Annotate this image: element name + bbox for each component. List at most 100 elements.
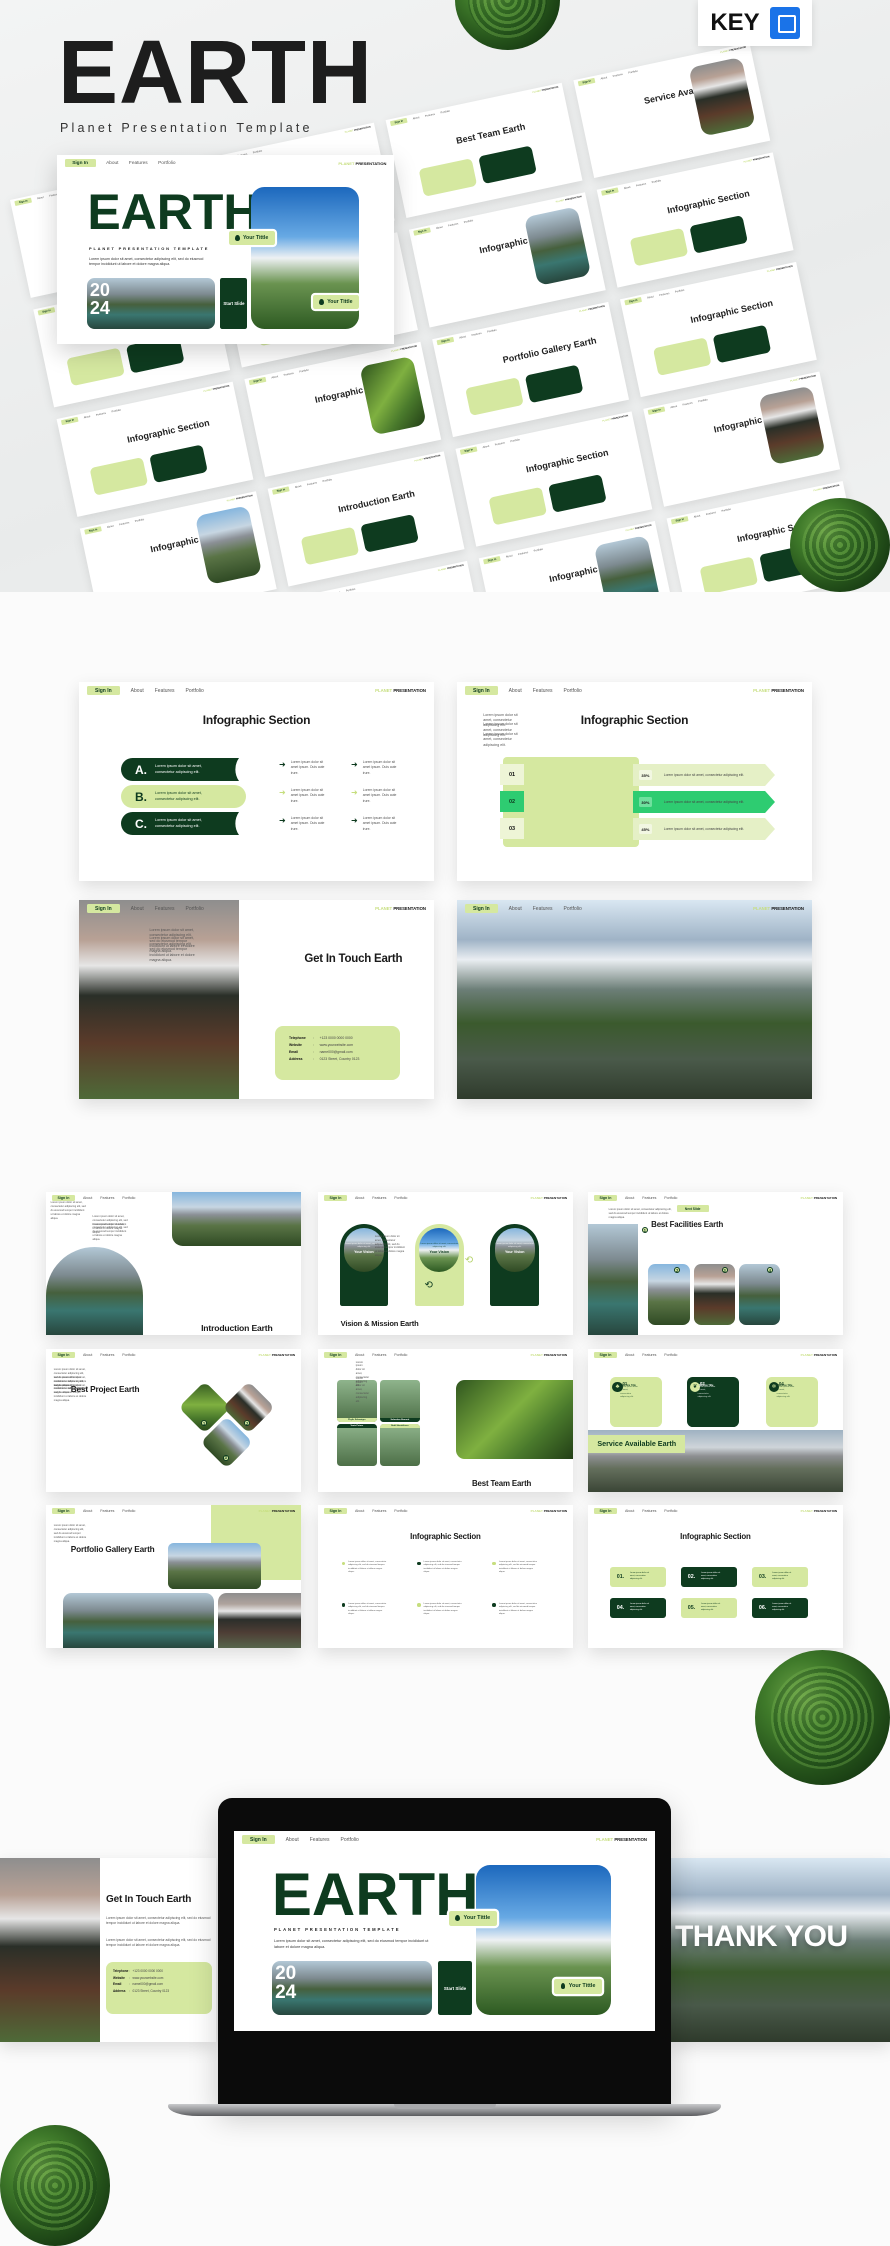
nav-features[interactable]: Features bbox=[100, 1509, 114, 1513]
slide-best-facilities[interactable]: Sign In About Features Portfolio PLANET PRES… bbox=[588, 1192, 843, 1335]
sign-in-button[interactable]: Sign In bbox=[64, 158, 96, 168]
mosaic-slide[interactable]: Sign In About Features Portfolio PLANET PRES… bbox=[643, 371, 841, 507]
nav-features[interactable]: Features bbox=[448, 222, 459, 227]
nav-portfolio[interactable]: Portfolio bbox=[122, 1509, 135, 1513]
nav-about[interactable]: About bbox=[459, 335, 466, 339]
slide-portfolio[interactable]: Sign In About Features Portfolio PLANET PRES… bbox=[46, 1505, 301, 1648]
mosaic-slide[interactable]: Sign In About Features Portfolio PLANET PRES… bbox=[408, 192, 606, 328]
nav-portfolio[interactable]: Portfolio bbox=[487, 329, 497, 334]
nav-portfolio[interactable]: Portfolio bbox=[394, 1353, 407, 1357]
nav-features[interactable]: Features bbox=[495, 441, 506, 446]
nav-features[interactable]: Features bbox=[642, 1509, 656, 1513]
nav-portfolio[interactable]: Portfolio bbox=[394, 1196, 407, 1200]
sign-in-button[interactable]: Sign In bbox=[61, 416, 79, 425]
nav-portfolio[interactable]: Portfolio bbox=[185, 906, 203, 912]
nav-portfolio[interactable]: Portfolio bbox=[563, 688, 581, 694]
mosaic-slide[interactable]: Sign In About Features Portfolio PLANET PRES… bbox=[455, 411, 653, 547]
nav-about[interactable]: About bbox=[625, 1196, 634, 1200]
nav-portfolio[interactable]: Portfolio bbox=[440, 110, 450, 115]
nav-features[interactable]: Features bbox=[425, 113, 436, 118]
cover-slide[interactable]: Sign In About Features Portfolio PLANET PRES… bbox=[57, 155, 394, 344]
start-slide-button[interactable]: Start Slide bbox=[438, 1961, 472, 2015]
nav-about[interactable]: About bbox=[83, 1353, 92, 1357]
nav-about[interactable]: About bbox=[286, 1837, 299, 1843]
mosaic-slide[interactable]: Sign In About Features Portfolio PLANET PRES… bbox=[385, 82, 583, 218]
slide-best-project[interactable]: Sign In About Features Portfolio PLANET PRES… bbox=[46, 1349, 301, 1492]
slide-contact-preview[interactable]: Get In Touch Earth Lorem ipsum dolor sit… bbox=[0, 1858, 216, 2042]
nav-portfolio[interactable]: Portfolio bbox=[533, 548, 543, 553]
nav-portfolio[interactable]: Portfolio bbox=[346, 588, 356, 592]
nav-about[interactable]: About bbox=[355, 1196, 364, 1200]
sign-in-button[interactable]: Sign In bbox=[51, 1507, 76, 1515]
sign-in-button[interactable]: Sign In bbox=[413, 227, 431, 236]
nav-about[interactable]: About bbox=[625, 1509, 634, 1513]
nav-portfolio[interactable]: Portfolio bbox=[111, 408, 121, 413]
nav-features[interactable]: Features bbox=[310, 1837, 330, 1843]
sign-in-button[interactable]: Sign In bbox=[459, 446, 478, 455]
nav-portfolio[interactable]: Portfolio bbox=[628, 70, 638, 75]
nav-about[interactable]: About bbox=[37, 196, 44, 200]
nav-portfolio[interactable]: Portfolio bbox=[340, 1837, 358, 1843]
nav-features[interactable]: Features bbox=[642, 1196, 656, 1200]
sign-in-button[interactable]: Sign In bbox=[593, 1507, 618, 1515]
sign-in-button[interactable]: Sign In bbox=[323, 1507, 348, 1515]
sign-in-button[interactable]: Sign In bbox=[51, 1351, 76, 1359]
mosaic-slide[interactable]: Sign In About Features Portfolio PLANET PRES… bbox=[56, 381, 254, 517]
nav-portfolio[interactable]: Portfolio bbox=[135, 518, 145, 523]
nav-features[interactable]: Features bbox=[659, 292, 670, 297]
nav-about[interactable]: About bbox=[106, 161, 118, 166]
slide-infographic-bullets[interactable]: Sign In About Features Portfolio PLANET PRES… bbox=[318, 1505, 573, 1648]
sign-in-button[interactable]: Sign In bbox=[671, 516, 689, 525]
slide-infographic-boxes[interactable]: Sign In About Features Portfolio PLANET PRES… bbox=[588, 1505, 843, 1648]
nav-features[interactable]: Features bbox=[642, 1353, 656, 1357]
nav-about[interactable]: About bbox=[131, 906, 144, 912]
sign-in-button[interactable]: Sign In bbox=[87, 685, 120, 696]
slide-infographic-abc[interactable]: Sign In About Features Portfolio PLANET PRES… bbox=[79, 682, 434, 881]
nav-features[interactable]: Features bbox=[155, 906, 175, 912]
slide-thank-you[interactable]: Sign In About Features Portfolio PLANET PRES… bbox=[457, 900, 812, 1099]
sign-in-button[interactable]: Sign In bbox=[577, 77, 596, 87]
start-slide-button[interactable]: Start Slide bbox=[220, 277, 248, 329]
nav-portfolio[interactable]: Portfolio bbox=[675, 289, 685, 294]
nav-about[interactable]: About bbox=[436, 226, 443, 230]
nav-about[interactable]: About bbox=[670, 405, 677, 409]
nav-portfolio[interactable]: Portfolio bbox=[158, 161, 175, 166]
next-slide-button[interactable]: Next Slide bbox=[676, 1204, 709, 1213]
sign-in-button[interactable]: Sign In bbox=[390, 117, 408, 126]
nav-about[interactable]: About bbox=[482, 445, 489, 449]
nav-portfolio[interactable]: Portfolio bbox=[394, 1509, 407, 1513]
sign-in-button[interactable]: Sign In bbox=[323, 1194, 348, 1202]
nav-features[interactable]: Features bbox=[307, 481, 318, 486]
nav-features[interactable]: Features bbox=[100, 1353, 114, 1357]
slide-vision-mission[interactable]: Sign In About Features Portfolio PLANET PRES… bbox=[318, 1192, 573, 1335]
nav-portfolio[interactable]: Portfolio bbox=[563, 906, 581, 912]
nav-portfolio[interactable]: Portfolio bbox=[510, 438, 520, 443]
sign-in-button[interactable]: Sign In bbox=[593, 1351, 618, 1359]
sign-in-button[interactable]: Sign In bbox=[323, 1351, 348, 1359]
nav-features[interactable]: Features bbox=[129, 161, 148, 166]
nav-about[interactable]: About bbox=[509, 688, 522, 694]
nav-about[interactable]: About bbox=[693, 514, 700, 518]
nav-about[interactable]: About bbox=[107, 525, 114, 529]
mosaic-slide[interactable]: Sign In About Features Portfolio PLANET PRES… bbox=[619, 261, 817, 398]
nav-portfolio[interactable]: Portfolio bbox=[721, 508, 731, 513]
slide-introduction[interactable]: Sign InAboutFeaturesPortfolioPLANET PRES… bbox=[46, 1192, 301, 1335]
sign-in-button[interactable]: Sign In bbox=[436, 336, 455, 346]
nav-about[interactable]: About bbox=[624, 186, 631, 190]
sign-in-button[interactable]: Sign In bbox=[465, 903, 498, 914]
nav-features[interactable]: Features bbox=[372, 1196, 386, 1200]
nav-features[interactable]: Features bbox=[533, 906, 553, 912]
slide-best-team[interactable]: Sign In About Features Portfolio PLANET PRES… bbox=[318, 1349, 573, 1492]
nav-about[interactable]: About bbox=[83, 415, 90, 419]
sign-in-button[interactable]: Sign In bbox=[87, 903, 120, 914]
nav-features[interactable]: Features bbox=[471, 332, 482, 337]
sign-in-button[interactable]: Sign In bbox=[84, 526, 102, 535]
nav-portfolio[interactable]: Portfolio bbox=[698, 398, 708, 403]
sign-in-button[interactable]: Sign In bbox=[14, 197, 33, 206]
nav-features[interactable]: Features bbox=[330, 591, 341, 592]
sign-in-button[interactable]: Sign In bbox=[601, 187, 619, 196]
nav-features[interactable]: Features bbox=[283, 372, 294, 377]
sign-in-button[interactable]: Sign In bbox=[593, 1194, 618, 1202]
nav-about[interactable]: About bbox=[506, 554, 513, 558]
nav-about[interactable]: About bbox=[355, 1353, 364, 1357]
